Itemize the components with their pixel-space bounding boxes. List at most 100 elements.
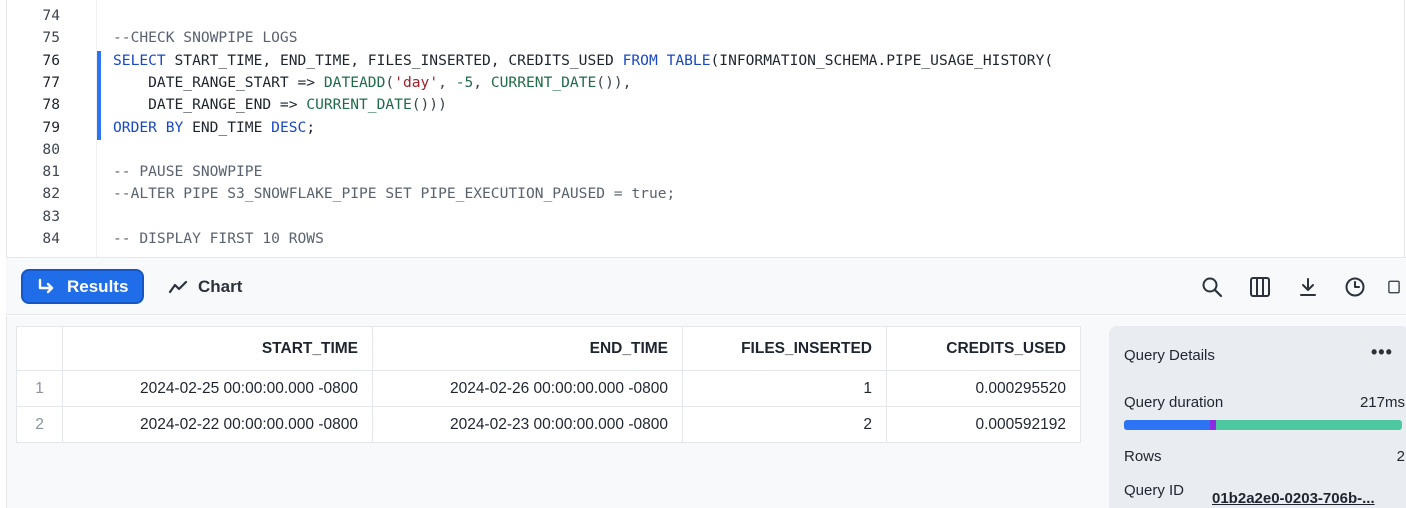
code-token: , xyxy=(438,73,456,91)
row-index: 2 xyxy=(16,406,63,443)
code-token: DATE_RANGE_END => xyxy=(113,96,307,114)
code-token: TABLE xyxy=(666,51,711,69)
table-cell[interactable]: 2024-02-25 00:00:00.000 -0800 xyxy=(62,370,373,407)
code-token: --CHECK SNOWPIPE LOGS xyxy=(113,29,298,47)
line-number: 84 xyxy=(42,230,60,247)
code-line[interactable]: 75 --CHECK SNOWPIPE LOGS xyxy=(0,27,1400,49)
code-token: DESC xyxy=(271,118,307,136)
code-token: ORDER BY xyxy=(113,118,184,136)
code-line[interactable]: 76 SELECT START_TIME, END_TIME, FILES_INS… xyxy=(0,50,1400,72)
chart-tab-label: Chart xyxy=(198,276,243,296)
code-token: 'day' xyxy=(394,73,439,91)
duration-segment-compile xyxy=(1124,420,1211,430)
query-duration-value: 217ms xyxy=(1359,394,1405,411)
search-icon[interactable] xyxy=(1200,275,1224,299)
line-number: 74 xyxy=(42,7,60,24)
results-tab-button[interactable]: Results xyxy=(21,269,144,304)
code-line[interactable]: 82 --ALTER PIPE S3_SNOWFLAKE_PIPE SET PIP… xyxy=(0,183,1400,205)
query-id-label: Query ID xyxy=(1124,482,1185,499)
duration-segment-execute xyxy=(1215,420,1402,430)
return-arrow-icon xyxy=(38,278,54,293)
line-number: 80 xyxy=(42,140,60,158)
row-index-header xyxy=(16,326,63,371)
line-chart-icon xyxy=(168,280,188,293)
column-header[interactable]: END_TIME xyxy=(372,326,683,371)
code-text: DATE_RANGE_END => CURRENT_DATE())) xyxy=(113,94,447,116)
code-text: SELECT START_TIME, END_TIME, FILES_INSER… xyxy=(113,50,1053,72)
code-token: ( xyxy=(385,73,395,91)
code-token: , xyxy=(473,73,491,91)
history-icon[interactable] xyxy=(1343,275,1367,299)
table-row[interactable]: 2 2024-02-22 00:00:00.000 -0800 2024-02-… xyxy=(16,406,1081,443)
line-number: 82 xyxy=(42,185,60,203)
line-number: 75 xyxy=(42,29,60,47)
results-toolbar: Results Chart xyxy=(6,257,1406,315)
panel-icon[interactable] xyxy=(1387,275,1401,299)
code-token: FROM xyxy=(622,51,658,69)
table-cell[interactable]: 1 xyxy=(682,370,887,407)
column-header[interactable]: FILES_INSERTED xyxy=(682,326,887,371)
code-line[interactable]: 74 xyxy=(0,5,1400,27)
code-token: ()), xyxy=(596,73,632,91)
code-text: ORDER BY END_TIME DESC; xyxy=(113,117,315,139)
code-token: (INFORMATION_SCHEMA.PIPE_USAGE_HISTORY( xyxy=(710,51,1054,69)
editor-right-border xyxy=(1404,0,1405,257)
code-token: SELECT xyxy=(113,51,166,69)
code-token: ; xyxy=(306,118,316,136)
code-text: -- PAUSE SNOWPIPE xyxy=(113,161,262,183)
row-index: 1 xyxy=(16,370,63,407)
table-row[interactable]: 1 2024-02-25 00:00:00.000 -0800 2024-02-… xyxy=(16,370,1081,407)
code-text: DATE_RANGE_START => DATEADD('day', -5, C… xyxy=(113,72,631,94)
code-token: CURRENT_DATE xyxy=(490,73,597,91)
table-cell[interactable]: 0.000295520 xyxy=(886,370,1081,407)
code-token: -- DISPLAY FIRST 10 ROWS xyxy=(113,230,324,247)
code-text: -- DISPLAY FIRST 10 ROWS xyxy=(113,228,324,250)
code-token: DATEADD xyxy=(323,73,386,91)
code-token: ())) xyxy=(411,96,447,114)
code-token: END_TIME xyxy=(183,118,272,136)
code-line[interactable]: 80 xyxy=(0,139,1400,161)
query-id-link[interactable]: 01b2a2e0-0203-706b-... xyxy=(1212,490,1375,507)
line-number: 78 xyxy=(42,96,60,114)
column-header[interactable]: START_TIME xyxy=(62,326,373,371)
line-number: 77 xyxy=(42,73,60,91)
code-text: --CHECK SNOWPIPE LOGS xyxy=(113,27,298,49)
table-header-row: START_TIME END_TIME FILES_INSERTED CREDI… xyxy=(16,326,1081,371)
code-line[interactable]: 84 -- DISPLAY FIRST 10 ROWS xyxy=(0,228,1400,250)
code-line[interactable]: 83 xyxy=(0,206,1400,228)
download-icon[interactable] xyxy=(1296,275,1320,299)
query-duration-bar xyxy=(1124,420,1402,430)
code-text: --ALTER PIPE S3_SNOWFLAKE_PIPE SET PIPE_… xyxy=(113,183,675,205)
table-cell[interactable]: 2024-02-22 00:00:00.000 -0800 xyxy=(62,406,373,443)
line-number: 76 xyxy=(42,51,60,69)
code-line[interactable]: 78 DATE_RANGE_END => CURRENT_DATE())) xyxy=(0,94,1400,116)
line-number: 79 xyxy=(42,118,60,136)
table-cell[interactable]: 2024-02-23 00:00:00.000 -0800 xyxy=(372,406,683,443)
line-number: 83 xyxy=(42,207,60,225)
code-token: DATE_RANGE_START => xyxy=(113,73,324,91)
code-token: --ALTER PIPE S3_SNOWFLAKE_PIPE SET PIPE_… xyxy=(113,185,676,203)
more-options-icon[interactable]: ••• xyxy=(1371,342,1393,363)
query-duration-label: Query duration xyxy=(1124,394,1224,411)
chart-tab-button[interactable]: Chart xyxy=(168,269,242,304)
table-cell[interactable]: 2 xyxy=(682,406,887,443)
line-number: 81 xyxy=(42,163,60,181)
column-header[interactable]: CREDITS_USED xyxy=(886,326,1081,371)
table-cell[interactable]: 2024-02-26 00:00:00.000 -0800 xyxy=(372,370,683,407)
results-table[interactable]: START_TIME END_TIME FILES_INSERTED CREDI… xyxy=(16,326,1081,443)
results-area: START_TIME END_TIME FILES_INSERTED CREDI… xyxy=(6,316,1406,508)
results-left-border xyxy=(6,316,7,508)
code-token: -- PAUSE SNOWPIPE xyxy=(113,163,263,181)
code-line[interactable]: 81 -- PAUSE SNOWPIPE xyxy=(0,161,1400,183)
query-details-title: Query Details xyxy=(1124,347,1215,364)
query-details-panel: Query Details ••• Query duration 217ms R… xyxy=(1109,326,1406,508)
code-token: CURRENT_DATE xyxy=(306,96,412,114)
columns-icon[interactable] xyxy=(1248,275,1272,299)
results-tab-label: Results xyxy=(67,276,129,296)
table-cell[interactable]: 0.000592192 xyxy=(886,406,1081,443)
sql-editor[interactable]: 74 75 --CHECK SNOWPIPE LOGS 76 SELECT START_… xyxy=(0,0,1406,257)
code-line[interactable]: 77 DATE_RANGE_START => DATEADD('day', -5… xyxy=(0,72,1400,94)
code-token: START_TIME, END_TIME, FILES_INSERTED, CR… xyxy=(165,51,623,69)
code-line[interactable]: 79 ORDER BY END_TIME DESC; xyxy=(0,117,1400,139)
